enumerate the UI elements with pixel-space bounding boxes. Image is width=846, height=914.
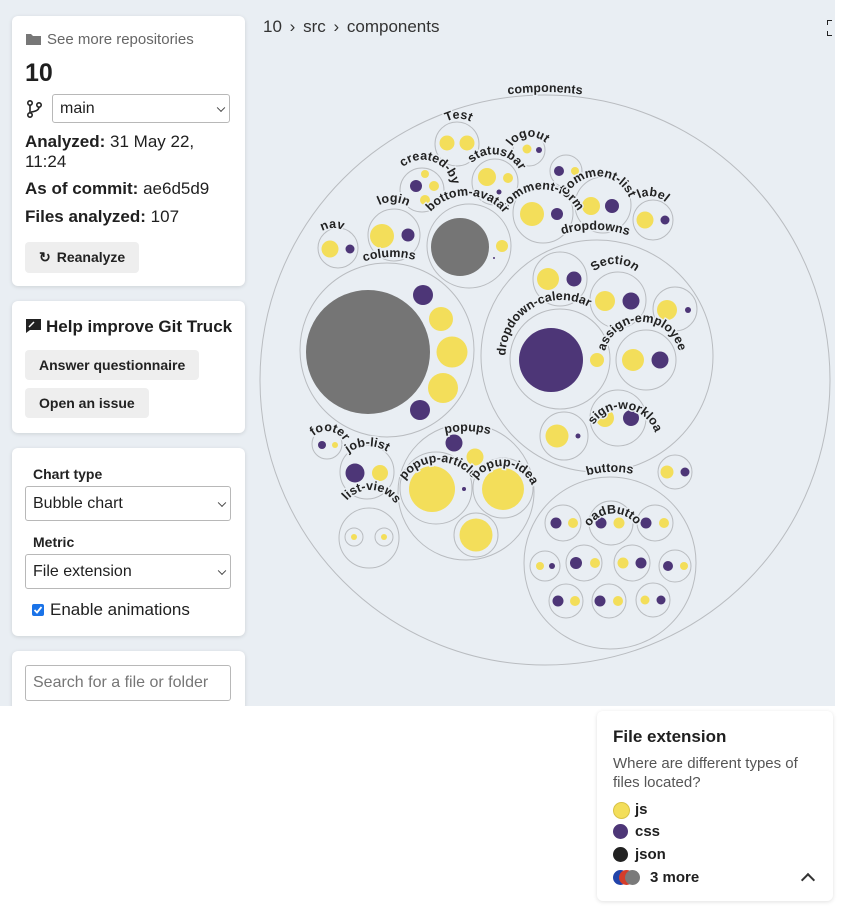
more-swatches [613, 870, 645, 885]
legend-description: Where are different types of files locat… [613, 755, 798, 791]
css-swatch [613, 824, 628, 839]
label-created-by: created-by [397, 149, 463, 186]
legend-title: File extension [613, 727, 727, 746]
js-swatch [613, 802, 630, 819]
label-comment-list: comment-list [558, 165, 640, 199]
label-section: Section [588, 253, 642, 274]
label-components: components [507, 81, 584, 97]
label-columns: columns [361, 246, 417, 265]
label-nav: nav [318, 217, 346, 234]
label-login: login [375, 191, 412, 209]
label-buttons: buttons [585, 461, 635, 479]
label-label: label [635, 185, 673, 205]
json-swatch [613, 847, 628, 862]
legend-more[interactable]: 3 more [613, 869, 823, 888]
label-dropdowns: dropdowns [559, 219, 632, 239]
label-job-list: job-list [341, 435, 393, 456]
label-footer: footer [307, 420, 353, 443]
label-popups: popups [443, 420, 492, 437]
label-assign-employee: assign-employee [594, 311, 689, 352]
legend-card: File extension Where are different types… [597, 711, 833, 901]
folder-list-views[interactable] [338, 507, 400, 569]
label-load-button: LoadButton [0, 0, 645, 529]
label-list-views: list-views [339, 479, 404, 506]
label-statusbar: statusbar [465, 143, 529, 172]
folder-btn4[interactable] [529, 550, 561, 582]
bubble-chart[interactable]: components Test logout statusbar created… [0, 0, 846, 706]
chevron-up-icon[interactable] [800, 872, 816, 888]
